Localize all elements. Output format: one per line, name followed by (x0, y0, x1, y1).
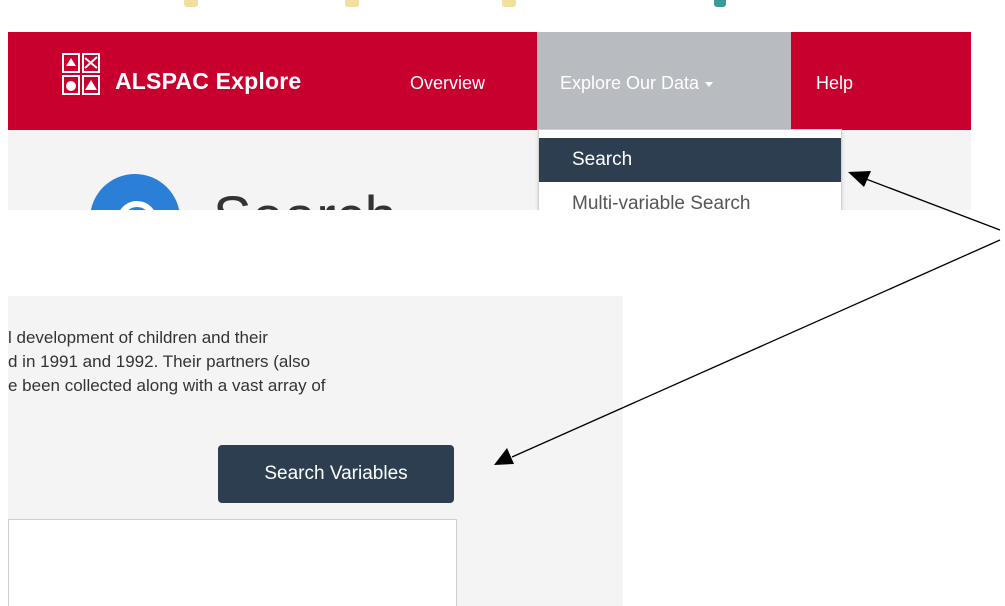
annotation-arrow-line (511, 239, 1001, 458)
arrowhead-icon (494, 448, 514, 465)
annotation-arrow-line (865, 178, 1001, 231)
annotation-arrows (494, 171, 1001, 465)
